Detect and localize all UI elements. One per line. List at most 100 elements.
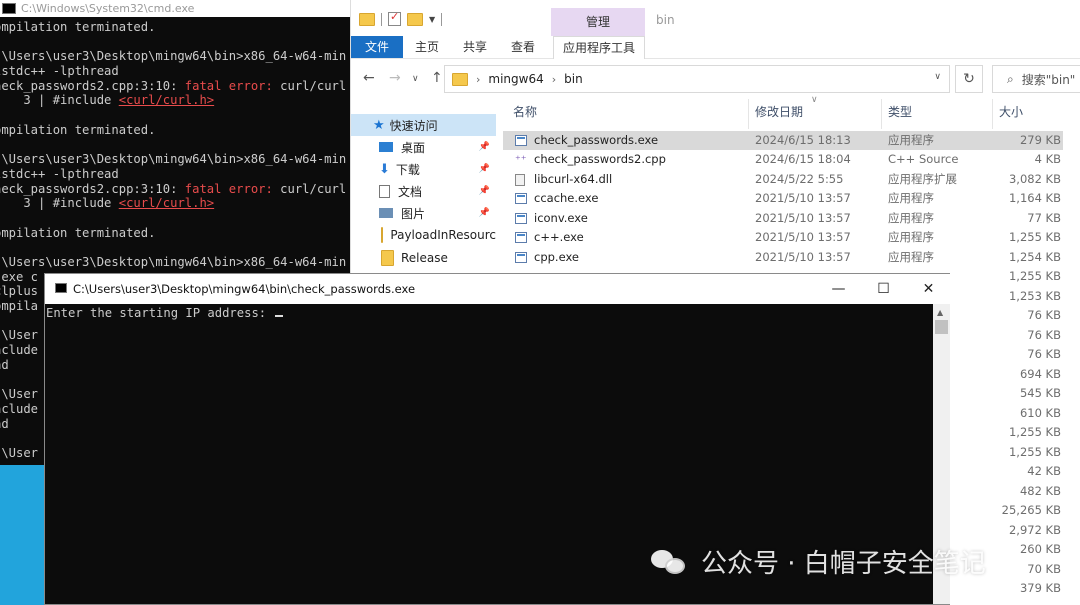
cmd-line bbox=[0, 138, 360, 153]
nav-item[interactable]: 文档 📌 bbox=[351, 180, 496, 202]
pin-icon[interactable]: 📌 bbox=[479, 164, 490, 174]
file-row[interactable]: ⁺⁺ check_passwords2.cpp 2024/6/15 18:04 C++… bbox=[503, 150, 1063, 170]
nav-item[interactable]: Release bbox=[351, 247, 496, 269]
tab-home[interactable]: 主页 bbox=[409, 36, 445, 58]
cmd-text: curl/curl bbox=[280, 181, 347, 196]
desktop-icon bbox=[379, 142, 393, 152]
address-bar-row: ← → ∨ ↑ › mingw64 › bin ∨ ↻ ⌕ 搜索"bin" bbox=[351, 62, 1080, 94]
file-size: 1,255 KB bbox=[1008, 230, 1061, 244]
pin-icon[interactable]: 📌 bbox=[479, 142, 490, 152]
explorer-titlebar[interactable]: ▼ 管理 bin bbox=[351, 0, 1080, 36]
file-row[interactable]: c++.exe 2021/5/10 13:57 应用程序 1,255 KB bbox=[503, 228, 1063, 248]
cmd-text: ad bbox=[0, 357, 9, 372]
sort-chevron-icon: ∨ bbox=[811, 95, 818, 105]
file-size: 1,255 KB bbox=[1008, 444, 1061, 459]
cmd-app-icon bbox=[2, 3, 16, 14]
file-date: 2021/5/10 13:57 bbox=[755, 210, 851, 225]
cmd-text: :\Users\user3\Desktop\mingw64\bin>x86_64… bbox=[0, 255, 347, 269]
file-size: 279 KB bbox=[1019, 132, 1061, 147]
cmd-text: ompila bbox=[0, 299, 39, 314]
forward-arrow-icon[interactable]: → bbox=[389, 70, 401, 86]
maximize-icon[interactable]: ☐ bbox=[861, 274, 906, 304]
column-header-date[interactable]: 修改日期 bbox=[755, 95, 803, 129]
cmd-line: lstdc++ -lpthread bbox=[0, 167, 360, 182]
tab-file[interactable]: 文件 bbox=[351, 36, 403, 58]
tab-app-tools[interactable]: 应用程序工具 bbox=[553, 36, 645, 59]
file-type: 应用程序 bbox=[888, 249, 934, 264]
exe-file-icon bbox=[515, 193, 527, 204]
recent-chevron-icon[interactable]: ∨ bbox=[412, 74, 419, 84]
file-size: 25,265 KB bbox=[1001, 503, 1061, 517]
file-row[interactable]: cpp.exe 2021/5/10 13:57 应用程序 1,254 KB bbox=[503, 248, 1063, 268]
cmd-line: lstdc++ -lpthread bbox=[0, 64, 360, 79]
nav-item[interactable]: ★ 快速访问 bbox=[351, 114, 496, 136]
chevron-down-icon[interactable]: ∨ bbox=[934, 72, 941, 82]
file-row[interactable]: ccache.exe 2021/5/10 13:57 应用程序 1,164 KB bbox=[503, 189, 1063, 209]
scroll-up-icon[interactable]: ▲ bbox=[937, 308, 943, 317]
refresh-icon[interactable]: ↻ bbox=[955, 65, 983, 93]
cmd-text: fatal error: bbox=[184, 78, 281, 93]
file-size: 1,164 KB bbox=[1008, 191, 1061, 205]
file-date: 2024/6/15 18:04 bbox=[755, 152, 851, 166]
file-size: 42 KB bbox=[1027, 464, 1061, 478]
file-row[interactable]: check_passwords.exe 2024/6/15 18:13 应用程序 27… bbox=[503, 130, 1063, 150]
tab-manage[interactable]: 管理 bbox=[551, 8, 645, 36]
cmd-text: 3 | #include bbox=[0, 93, 119, 108]
folder-icon[interactable] bbox=[359, 12, 375, 26]
file-size: 4 KB bbox=[1034, 152, 1061, 166]
file-date: 2024/6/15 18:13 bbox=[755, 132, 851, 147]
text-cursor bbox=[275, 315, 284, 317]
column-header-type[interactable]: 类型 bbox=[888, 95, 912, 129]
file-size: 1,253 KB bbox=[1008, 288, 1061, 303]
file-size: 1,254 KB bbox=[1008, 249, 1061, 264]
file-type: C++ Source bbox=[888, 152, 959, 166]
scroll-thumb[interactable] bbox=[935, 320, 948, 334]
quick-access-toolbar: ▼ bbox=[359, 10, 443, 26]
watermark: 公众号 · 白帽子安全笔记 bbox=[651, 543, 986, 580]
chevron-right-icon[interactable]: › bbox=[552, 73, 556, 86]
cmd-text: nclude bbox=[0, 343, 39, 358]
search-input[interactable]: ⌕ 搜索"bin" bbox=[992, 65, 1080, 93]
new-folder-icon[interactable] bbox=[407, 12, 423, 26]
pin-icon[interactable]: 📌 bbox=[479, 186, 490, 196]
address-input[interactable]: › mingw64 › bin ∨ bbox=[444, 65, 950, 93]
nav-item-label: 下载 bbox=[395, 162, 420, 177]
properties-icon[interactable] bbox=[388, 10, 401, 26]
close-icon[interactable]: ✕ bbox=[906, 274, 950, 304]
cmd-title: C:\Windows\System32\cmd.exe bbox=[21, 2, 195, 15]
column-header-name[interactable]: 名称 bbox=[513, 95, 537, 129]
cmd-line: heck_passwords2.cpp:3:10: fatal error: c… bbox=[0, 182, 360, 197]
file-name: iconv.exe bbox=[534, 210, 588, 225]
breadcrumb-mingw64[interactable]: mingw64 bbox=[488, 72, 543, 86]
chevron-down-icon[interactable]: ▼ bbox=[429, 15, 435, 24]
tab-view[interactable]: 查看 bbox=[505, 36, 541, 58]
exe-file-icon bbox=[515, 212, 527, 224]
cmd-text: <curl/curl.h> bbox=[118, 196, 215, 211]
file-row[interactable]: libcurl-x64.dll 2024/5/22 5:55 应用程序扩展 3,082… bbox=[503, 170, 1063, 190]
chevron-right-icon[interactable]: › bbox=[476, 73, 480, 86]
console-titlebar[interactable]: C:\Users\user3\Desktop\mingw64\bin\check… bbox=[45, 274, 950, 304]
nav-item[interactable]: ⬇ 下载 📌 bbox=[351, 158, 496, 180]
cmd-text: clplus bbox=[0, 284, 39, 299]
up-arrow-icon[interactable]: ↑ bbox=[431, 70, 443, 86]
pin-icon[interactable]: 📌 bbox=[479, 208, 490, 218]
file-row[interactable]: iconv.exe 2021/5/10 13:57 应用程序 77 KB bbox=[503, 209, 1063, 229]
file-type: 应用程序 bbox=[888, 132, 934, 147]
file-size: 76 KB bbox=[1027, 308, 1061, 322]
file-name: check_passwords.exe bbox=[534, 132, 659, 147]
file-size: 482 KB bbox=[1019, 483, 1061, 498]
cmd-line bbox=[0, 211, 360, 226]
nav-item[interactable]: PayloadInResourc bbox=[351, 224, 496, 246]
cmd-titlebar[interactable]: C:\Windows\System32\cmd.exe bbox=[0, 0, 360, 17]
back-arrow-icon[interactable]: ← bbox=[363, 70, 375, 86]
tab-share[interactable]: 共享 bbox=[457, 36, 493, 58]
cmd-text: heck_passwords2.cpp:3:10: bbox=[0, 78, 185, 93]
nav-item[interactable]: 桌面 📌 bbox=[351, 136, 496, 158]
cmd-text: :\User bbox=[0, 445, 39, 460]
nav-item[interactable]: 图片 📌 bbox=[351, 202, 496, 224]
cmd-line: ompilation terminated. bbox=[0, 226, 360, 241]
minimize-icon[interactable]: — bbox=[816, 274, 861, 304]
breadcrumb-bin[interactable]: bin bbox=[564, 72, 583, 86]
column-header-size[interactable]: 大小 bbox=[999, 95, 1023, 129]
cmd-line: 3 | #include <curl/curl.h> bbox=[0, 196, 360, 211]
